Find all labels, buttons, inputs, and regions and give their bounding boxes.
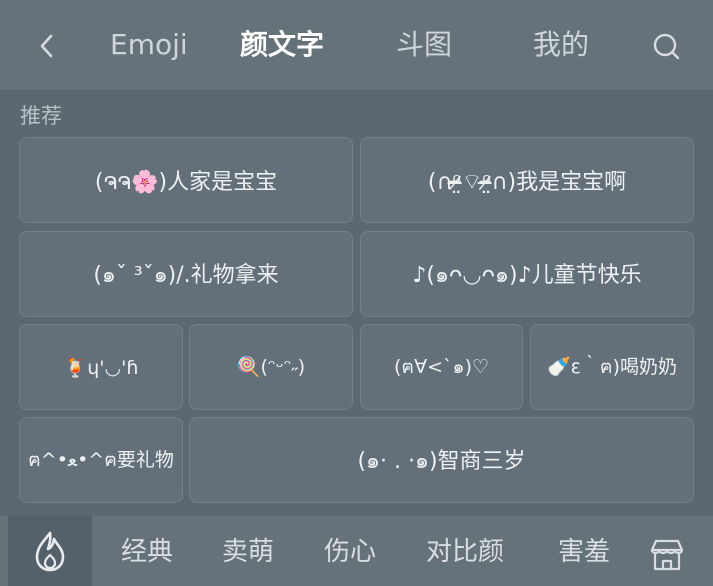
kaomoji-item[interactable]: 🍹ɥ'◡'ɦ — [19, 324, 183, 410]
category-tab[interactable]: 经典 — [121, 530, 173, 574]
category-tab[interactable]: 伤心 — [324, 530, 376, 574]
kaomoji-item[interactable]: (∩ᵒ̴̶̷̤⌔ᵒ̴̶̷̤∩)我是宝宝啊 — [360, 137, 694, 223]
kaomoji-item[interactable]: (๑ˇ ³ˇ๑)/.礼物拿来 — [19, 231, 353, 317]
hot-category-button[interactable] — [8, 516, 92, 586]
kaomoji-item[interactable]: (ຈຈ🌸)人家是宝宝 — [19, 137, 353, 223]
kaomoji-item[interactable]: 🍼ε｀ฅ)喝奶奶 — [530, 324, 694, 410]
kaomoji-item[interactable]: 🍭(ᵔᵕᵔ˶) — [189, 324, 353, 410]
kaomoji-item[interactable]: ฅ^•ﻌ•^ฅ要礼物 — [19, 417, 183, 503]
category-tab[interactable]: 卖萌 — [222, 530, 274, 574]
shop-icon — [650, 539, 684, 571]
kaomoji-item[interactable]: (ฅ∀<`๑)♡ — [360, 324, 523, 410]
kaomoji-item[interactable]: (๑· . ·๑)智商三岁 — [189, 417, 694, 503]
kaomoji-grid: (ຈຈ🌸)人家是宝宝 (∩ᵒ̴̶̷̤⌔ᵒ̴̶̷̤∩)我是宝宝啊 (๑ˇ ³ˇ๑)… — [0, 0, 713, 520]
shop-button[interactable] — [648, 538, 686, 572]
category-bar: 经典 卖萌 伤心 对比颜 害羞 — [0, 516, 713, 586]
kaomoji-item[interactable]: ♪(๑ᴖ◡ᴖ๑)♪儿童节快乐 — [360, 231, 694, 317]
flame-icon — [35, 531, 65, 572]
category-tab[interactable]: 害羞 — [558, 530, 610, 574]
category-tab[interactable]: 对比颜 — [426, 530, 504, 574]
